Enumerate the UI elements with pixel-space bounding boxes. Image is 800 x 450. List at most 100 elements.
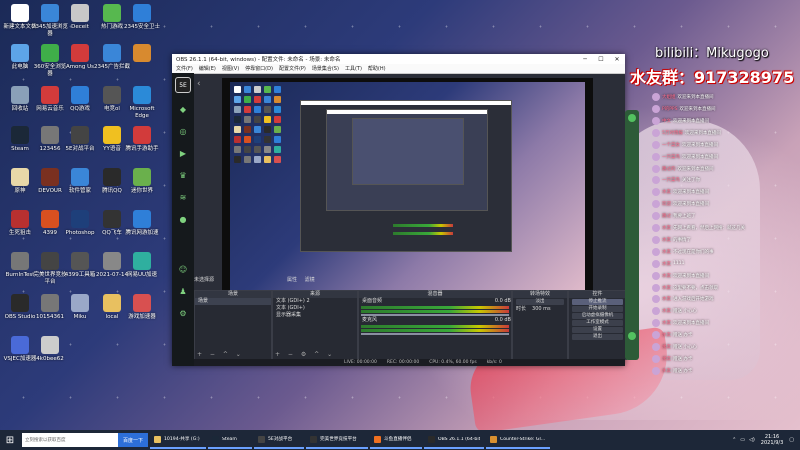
audio-meter bbox=[361, 310, 509, 313]
audio-meter bbox=[361, 325, 509, 328]
trophy-icon[interactable]: ♛ bbox=[177, 171, 189, 181]
avatar-icon bbox=[652, 307, 660, 316]
taskbar-app-button[interactable]: Steam bbox=[208, 431, 252, 449]
taskbar-app-button[interactable]: OBS 26.1.1 (64-bit...) bbox=[424, 431, 484, 449]
chat-username: P的PPS bbox=[662, 107, 678, 113]
filters-button[interactable]: 滤镜 bbox=[305, 277, 315, 283]
menu-help[interactable]: 帮助(H) bbox=[368, 65, 386, 72]
volume-icon[interactable]: ◁) bbox=[749, 437, 755, 443]
desktop-icon[interactable]: 迷你世界 bbox=[124, 168, 160, 195]
home-icon[interactable]: ◆ bbox=[177, 105, 189, 115]
desktop-icon[interactable]: Miku bbox=[62, 294, 98, 321]
volume-slider[interactable] bbox=[361, 333, 509, 335]
properties-button[interactable]: 属性 bbox=[287, 277, 297, 283]
back-arrow-icon[interactable]: ‹ bbox=[197, 79, 201, 89]
clock[interactable]: 21:16 2021/9/3 bbox=[761, 434, 783, 446]
taskbar-app-button[interactable]: 5E对战平台 bbox=[254, 431, 304, 449]
desktop-icon[interactable]: Among Us bbox=[62, 44, 98, 71]
menu-edit[interactable]: 编辑(E) bbox=[199, 65, 216, 72]
settings-icon[interactable]: ⚙ bbox=[177, 309, 189, 319]
studio-mode-button[interactable]: 工作室模式 bbox=[572, 320, 623, 326]
avatar-icon bbox=[652, 128, 660, 137]
menu-scene-collection[interactable]: 场景集合(S) bbox=[312, 65, 339, 72]
circle-icon[interactable]: ● bbox=[177, 215, 189, 225]
group-icon[interactable]: ♟ bbox=[177, 287, 189, 297]
windows-start-icon[interactable]: ⊞ bbox=[0, 430, 20, 450]
notification-icon[interactable]: ▢ bbox=[789, 437, 794, 443]
avatar-icon bbox=[652, 93, 660, 102]
network-icon[interactable]: ▭ bbox=[740, 437, 745, 443]
maximize-icon[interactable]: ☐ bbox=[593, 56, 609, 63]
desktop-icon[interactable]: 网易UU加速 bbox=[124, 252, 160, 279]
chat-username: 水友 bbox=[662, 321, 671, 327]
chat-message: P的PPS 欢迎来到本直播间 bbox=[652, 104, 800, 115]
source-item[interactable]: 文本 (GDI+) bbox=[273, 305, 357, 312]
desktop-icon[interactable]: 4k0bee62 bbox=[32, 336, 68, 363]
source-item[interactable]: 显示器采集 bbox=[273, 312, 357, 319]
avatar-icon bbox=[652, 259, 660, 268]
desktop-icon[interactable]: 5E对战平台 bbox=[62, 126, 98, 153]
desktop-icon[interactable]: 腾讯网游加速 bbox=[124, 210, 160, 237]
status-dot-icon bbox=[628, 114, 636, 122]
chat-message: 水友 赠送 办卡 bbox=[652, 330, 800, 341]
scene-item[interactable]: 场景 bbox=[195, 298, 271, 305]
taskbar-app-button[interactable]: 10194-共享 (G:) bbox=[150, 431, 206, 449]
chat-username: 水友 bbox=[662, 309, 671, 315]
close-icon[interactable]: ✕ bbox=[609, 56, 625, 63]
start-recording-button[interactable]: 开始录制 bbox=[572, 306, 623, 312]
taskbar-app-button[interactable]: 完美世界竞技平台 bbox=[306, 431, 368, 449]
obs-title-bar[interactable]: OBS 26.1.1 (64-bit, windows) - 配置文件: 未命名… bbox=[172, 54, 625, 64]
mixer-dock: 混音器 桌面音频 0.0 dB 麦克风 0.0 dB bbox=[358, 290, 512, 360]
taskbar-app-button[interactable]: Counter-Strike: Gl... bbox=[486, 431, 550, 449]
source-item[interactable]: 文本 (GDI+) 2 bbox=[273, 298, 357, 305]
minimize-icon[interactable]: ─ bbox=[577, 56, 593, 63]
menu-profile[interactable]: 配置文件(P) bbox=[279, 65, 306, 72]
desktop-icon[interactable]: 软件管家 bbox=[62, 168, 98, 195]
duration-input[interactable]: 300 ms bbox=[532, 306, 551, 313]
tray-arrow-icon[interactable]: ⌃ bbox=[732, 437, 736, 443]
obs-preview-canvas[interactable] bbox=[222, 78, 593, 321]
menu-docks[interactable]: 停靠窗口(D) bbox=[245, 65, 273, 72]
chat-username: 水友 bbox=[662, 344, 671, 350]
chat-text: 欢迎来到本直播间 bbox=[677, 95, 714, 101]
5e-logo-icon: 5E bbox=[175, 77, 191, 93]
target-icon[interactable]: ◎ bbox=[177, 127, 189, 137]
qq-icon bbox=[103, 168, 121, 186]
user-icon[interactable]: ☺ bbox=[177, 265, 189, 275]
exit-button[interactable]: 退出 bbox=[572, 334, 623, 340]
chat-username: 一个菜女 bbox=[662, 142, 680, 148]
desktop-icon[interactable]: Photoshop bbox=[62, 210, 98, 237]
scene-controls[interactable]: + − ^ ⌄ bbox=[197, 351, 244, 358]
menu-view[interactable]: 视图(V) bbox=[222, 65, 239, 72]
app-icon bbox=[258, 435, 265, 443]
menu-file[interactable]: 文件(F) bbox=[176, 65, 193, 72]
desktop-icon[interactable]: 4399工具箱 bbox=[62, 252, 98, 279]
edge-icon bbox=[133, 86, 151, 104]
settings-button[interactable]: 设置 bbox=[572, 327, 623, 333]
avatar-icon bbox=[652, 283, 660, 292]
desktop-icon[interactable]: 腾讯手游助手 bbox=[124, 126, 160, 153]
taskbar-app-button[interactable]: 斗鱼直播伴侣 bbox=[370, 431, 422, 449]
obs-window[interactable]: OBS 26.1.1 (64-bit, windows) - 配置文件: 未命名… bbox=[172, 54, 627, 366]
virtual-camera-button[interactable]: 启动虚拟摄像机 bbox=[572, 313, 623, 319]
menu-tools[interactable]: 工具(T) bbox=[345, 65, 362, 72]
desktop-icon[interactable]: 游戏加速器 bbox=[124, 294, 160, 321]
desktop-icon[interactable]: QQ游戏 bbox=[62, 86, 98, 113]
volume-slider[interactable] bbox=[361, 314, 509, 316]
wifi-icon[interactable]: ≋ bbox=[177, 193, 189, 203]
mixer-track-db: 0.0 dB bbox=[494, 317, 511, 323]
source-controls[interactable]: + − ⚙ ^ ⌄ bbox=[275, 351, 335, 358]
desktop-icon[interactable]: 2345安全卫士 bbox=[124, 4, 160, 31]
stop-streaming-button[interactable]: 停止推流 bbox=[572, 299, 623, 305]
transition-select[interactable]: 淡出 bbox=[516, 299, 564, 305]
audio-meter bbox=[361, 306, 509, 309]
search-input[interactable]: 立刻搜索以获取百度 bbox=[22, 433, 118, 447]
image-icon bbox=[41, 126, 59, 144]
desktop-icon[interactable] bbox=[124, 44, 160, 64]
desktop-icon[interactable]: Deceit bbox=[62, 4, 98, 31]
desktop-icon[interactable]: Microsoft Edge bbox=[124, 86, 160, 119]
among-us-icon bbox=[71, 44, 89, 62]
adblock-icon bbox=[103, 44, 121, 62]
play-icon[interactable]: ▶ bbox=[177, 149, 189, 159]
search-button[interactable]: 百度一下 bbox=[118, 433, 148, 447]
